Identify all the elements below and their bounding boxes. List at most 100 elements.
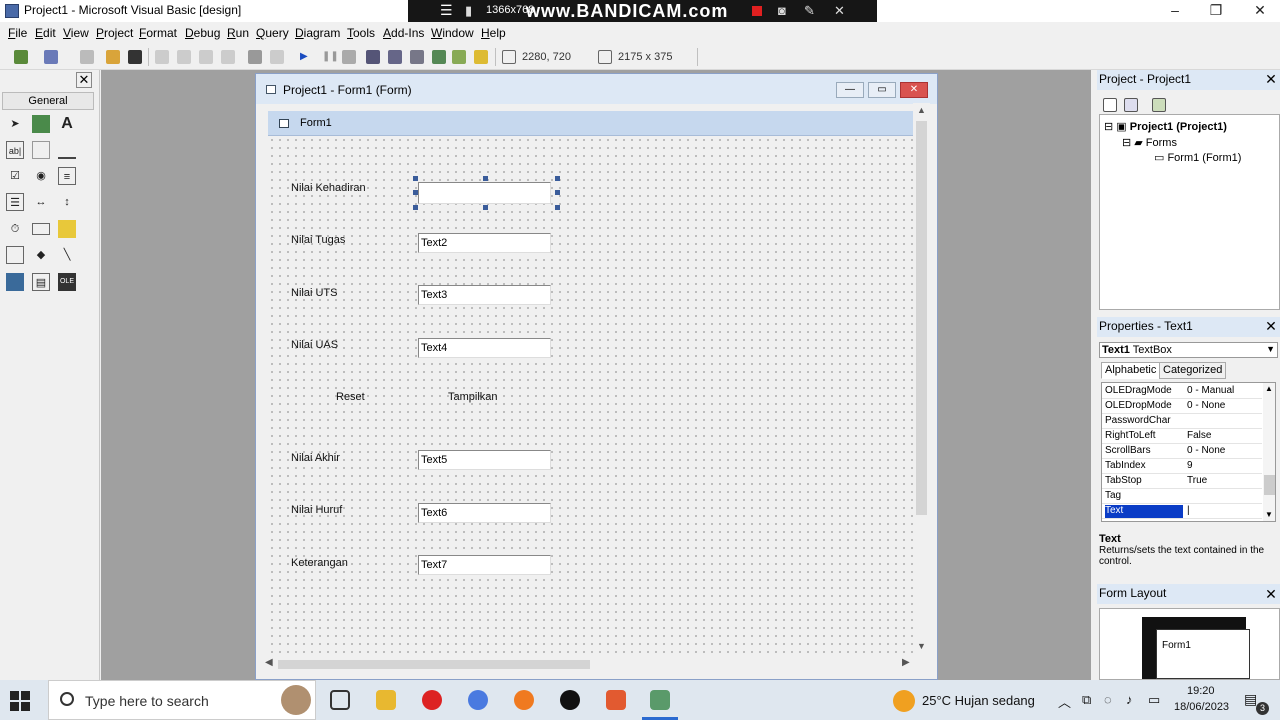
open-project-icon[interactable] [106, 50, 120, 64]
file-explorer-icon[interactable] [376, 690, 396, 710]
picturebox-icon[interactable] [32, 115, 50, 133]
windows-start-icon[interactable] [10, 691, 30, 711]
shape-icon[interactable]: ◆ [32, 246, 50, 264]
commandbutton-icon[interactable] [58, 141, 76, 159]
menu-diagram[interactable]: Diagram [295, 26, 340, 40]
clock-date[interactable]: 18/06/2023 [1174, 701, 1229, 713]
menu-add-ins[interactable]: Add-Ins [383, 26, 424, 40]
toolbox-general-tab[interactable]: General [2, 92, 94, 110]
tampilkan-button[interactable]: Tampilkan [448, 391, 498, 403]
property-row[interactable]: TabIndex 9 [1102, 459, 1262, 474]
optionbutton-icon[interactable]: ◉ [32, 167, 50, 185]
label-nilai-kehadiran[interactable]: Nilai Kehadiran [291, 182, 366, 194]
tree-node-form1[interactable]: ▭ Form1 (Form1) [1154, 151, 1241, 164]
resize-handle[interactable] [555, 205, 560, 210]
image-icon[interactable] [6, 273, 24, 291]
text5-textbox[interactable]: Text5 [418, 450, 551, 470]
property-value[interactable]: 0 - None [1187, 400, 1225, 411]
opera-icon[interactable] [422, 690, 442, 710]
clock-time[interactable]: 19:20 [1187, 685, 1215, 697]
dirlistbox-icon[interactable] [58, 220, 76, 238]
designer-minimize-button[interactable]: — [836, 82, 864, 98]
close-button[interactable]: ✕ [1240, 0, 1280, 22]
object-selector[interactable]: Text1 TextBox ▼ [1099, 342, 1278, 358]
properties-window-icon[interactable] [388, 50, 402, 64]
chevron-down-icon[interactable]: ▼ [1266, 344, 1275, 354]
form1-canvas[interactable] [268, 136, 913, 655]
toolbox-icon[interactable] [452, 50, 466, 64]
menu-format[interactable]: Format [139, 26, 177, 40]
property-row[interactable]: OLEDragMode 0 - Manual [1102, 384, 1262, 399]
menu-run[interactable]: Run [227, 26, 249, 40]
property-row[interactable]: Tag [1102, 489, 1262, 504]
toolbox-close-button[interactable]: ✕ [76, 72, 92, 88]
chrome-icon[interactable] [468, 690, 488, 710]
object-browser-icon[interactable] [432, 50, 446, 64]
scroll-down-icon[interactable]: ▼ [917, 641, 926, 651]
scroll-down-icon[interactable]: ▼ [1265, 510, 1273, 519]
volume-icon[interactable]: ♪ [1126, 692, 1133, 707]
menu-window[interactable]: Window [431, 26, 474, 40]
property-value[interactable]: 9 [1187, 460, 1193, 471]
pointer-icon[interactable]: ➤ [6, 115, 24, 133]
text3-textbox[interactable]: Text3 [418, 285, 551, 305]
view-object-icon[interactable] [1124, 98, 1138, 112]
tree-node-project[interactable]: ⊟ ▣ Project1 (Project1) [1104, 120, 1227, 133]
scrollbar-thumb[interactable] [1264, 475, 1275, 495]
hscrollbar-icon[interactable]: ↔ [32, 193, 50, 211]
property-row-selected[interactable]: Text | [1102, 504, 1262, 519]
reset-button[interactable]: Reset [336, 391, 365, 403]
menu-debug[interactable]: Debug [185, 26, 220, 40]
scroll-up-icon[interactable]: ▲ [917, 105, 926, 115]
menu-help[interactable]: Help [481, 26, 506, 40]
notification-icon[interactable]: ▤ [1244, 691, 1257, 708]
menu-editor-icon[interactable] [80, 50, 94, 64]
bandicam-taskbar-icon[interactable] [560, 690, 580, 710]
vscrollbar-icon[interactable]: ↕ [58, 193, 76, 211]
menu-query[interactable]: Query [256, 26, 289, 40]
weather-icon[interactable] [893, 690, 915, 712]
paste-icon[interactable] [199, 50, 213, 64]
weather-text[interactable]: 25°C Hujan sedang [922, 693, 1035, 708]
resize-handle[interactable] [555, 190, 560, 195]
line-icon[interactable]: ╲ [58, 246, 76, 264]
label-icon[interactable]: A [58, 115, 76, 133]
scroll-right-icon[interactable]: ▶ [902, 657, 910, 668]
menu-edit[interactable]: Edit [35, 26, 56, 40]
drivelistbox-icon[interactable] [32, 223, 50, 235]
property-row[interactable]: RightToLeft False [1102, 429, 1262, 444]
start-icon[interactable]: ▶ [300, 50, 314, 64]
text4-textbox[interactable]: Text4 [418, 338, 551, 358]
minimize-button[interactable]: – [1155, 0, 1195, 22]
combobox-icon[interactable]: ≡ [58, 167, 76, 185]
menu-project[interactable]: Project [96, 26, 133, 40]
text7-textbox[interactable]: Text7 [418, 555, 551, 575]
chevron-up-icon[interactable]: ︿ [1058, 692, 1071, 711]
filelistbox-icon[interactable] [6, 246, 24, 264]
property-value[interactable]: 0 - None [1187, 445, 1225, 456]
taskbar-search-box[interactable]: Type here to search [48, 680, 316, 720]
view-code-icon[interactable] [1103, 98, 1117, 112]
text6-textbox[interactable]: Text6 [418, 503, 551, 523]
textbox-icon[interactable]: ab| [6, 141, 24, 159]
designer-maximize-button[interactable]: ▭ [868, 82, 896, 98]
tab-categorized[interactable]: Categorized [1159, 362, 1227, 379]
property-value-input[interactable]: | [1187, 505, 1190, 516]
tree-node-forms[interactable]: ⊟ ▰ Forms [1122, 136, 1177, 149]
break-icon[interactable]: ❚❚ [322, 50, 339, 64]
form-layout-close-button[interactable]: ✕ [1263, 587, 1279, 603]
form1-layout-thumbnail[interactable]: Form1 [1156, 629, 1250, 679]
label-nilai-akhir[interactable]: Nilai Akhir [291, 452, 340, 464]
cut-icon[interactable] [155, 50, 169, 64]
undo-icon[interactable] [248, 50, 262, 64]
add-form-icon[interactable] [44, 50, 58, 64]
hamburger-icon[interactable]: ☰ [440, 2, 453, 19]
listbox-icon[interactable]: ☰ [6, 193, 24, 211]
close-icon[interactable]: ✕ [834, 3, 845, 19]
microphone-icon[interactable]: ▮ [465, 3, 472, 19]
property-value[interactable]: 0 - Manual [1187, 385, 1234, 396]
firefox-icon[interactable] [514, 690, 534, 710]
label-keterangan[interactable]: Keterangan [291, 557, 348, 569]
frame-icon[interactable] [32, 141, 50, 159]
form-layout-icon[interactable] [410, 50, 424, 64]
